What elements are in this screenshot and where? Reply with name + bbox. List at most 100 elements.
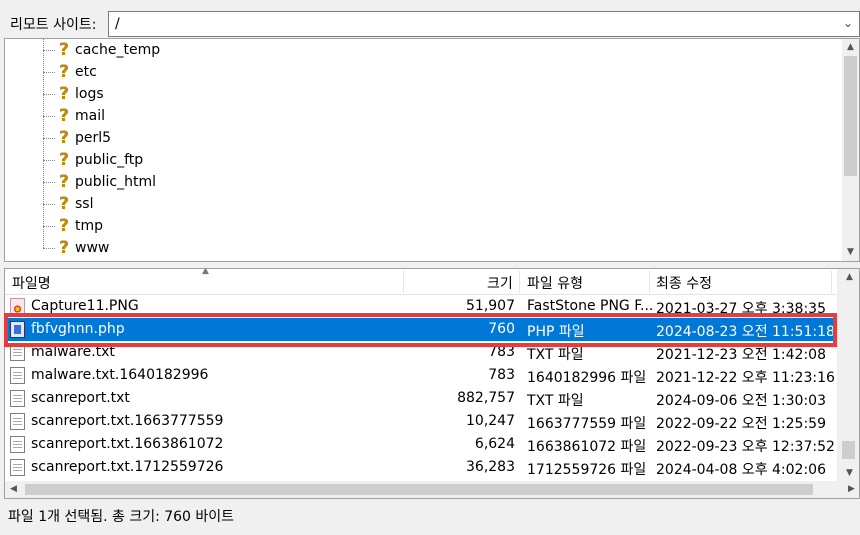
file-row[interactable]: scanreport.txt.1663777559 10,247 166377755… — [5, 410, 838, 433]
file-row[interactable]: scanreport.txt 882,757 TXT 파일 2024-09-06 오전… — [5, 387, 838, 410]
tree-folder-label: cache_temp — [75, 42, 161, 58]
column-header-modified[interactable]: 최종 수정 — [656, 273, 712, 293]
tree-folder-label: logs — [75, 86, 104, 102]
question-mark-folder-icon: ? — [59, 62, 69, 82]
file-modified: 2024-09-06 오전 1:30:03 — [656, 393, 826, 409]
scroll-left-arrow-icon[interactable]: ◀ — [5, 481, 22, 498]
remote-site-bar: 리모트 사이트: / ⌄ — [4, 10, 860, 38]
question-mark-folder-icon: ? — [59, 106, 69, 126]
tree-folder-item[interactable]: ? www — [43, 237, 109, 259]
tree-connector-branch — [43, 115, 55, 117]
text-file-icon — [10, 390, 25, 407]
tree-connector-branch — [43, 93, 55, 95]
tree-vertical-scrollbar[interactable]: ▲ ▼ — [842, 39, 859, 261]
file-row[interactable]: malware.txt 783 TXT 파일 2021-12-23 오전 1:42:0… — [5, 341, 838, 364]
file-name: malware.txt — [31, 344, 115, 360]
tree-connector-branch — [43, 159, 55, 161]
remote-file-list[interactable]: 파일명 ▲ 크기 파일 유형 최종 수정 Capture11.PNG 51,907… — [4, 268, 860, 499]
tree-connector-branch — [43, 71, 55, 73]
file-name: scanreport.txt.1663777559 — [31, 413, 224, 429]
file-row[interactable]: Capture11.PNG 51,907 FastStone PNG F... 202… — [5, 295, 838, 318]
chevron-down-icon[interactable]: ⌄ — [843, 16, 853, 30]
sort-ascending-icon: ▲ — [202, 268, 209, 276]
file-modified: 2021-12-23 오전 1:42:08 — [656, 347, 826, 363]
tree-folder-label: tmp — [75, 218, 104, 234]
tree-folder-label: ssl — [75, 196, 94, 212]
question-mark-folder-icon: ? — [59, 194, 69, 214]
column-separator[interactable] — [831, 271, 832, 293]
scroll-up-arrow-icon[interactable]: ▲ — [842, 39, 859, 56]
scroll-down-arrow-icon[interactable]: ▼ — [841, 465, 858, 482]
tree-folder-label: mail — [75, 108, 105, 124]
file-type: 1663861072 파일 — [527, 439, 647, 455]
question-mark-folder-icon: ? — [59, 216, 69, 236]
file-type: TXT 파일 — [527, 347, 584, 363]
tree-folder-item[interactable]: ? perl5 — [43, 127, 111, 149]
file-modified: 2022-09-22 오전 1:25:59 — [656, 416, 826, 432]
file-list-scroll-thumb[interactable] — [842, 441, 855, 459]
question-mark-folder-icon: ? — [59, 238, 69, 258]
ftp-remote-pane: 리모트 사이트: / ⌄ ? cache_temp? etc? logs? mail? p… — [0, 0, 860, 535]
remote-site-label: 리모트 사이트: — [10, 17, 97, 33]
question-mark-folder-icon: ? — [59, 40, 69, 60]
tree-scroll-thumb[interactable] — [844, 56, 857, 176]
tree-connector-branch — [43, 181, 55, 183]
scroll-right-arrow-icon[interactable]: ▶ — [843, 481, 859, 498]
file-row[interactable]: scanreport.txt.1712559726 36,283 171255972… — [5, 456, 838, 479]
tree-folder-item[interactable]: ? public_html — [43, 171, 156, 193]
text-file-icon — [10, 436, 25, 453]
tree-folder-label: perl5 — [75, 130, 112, 146]
horizontal-scroll-thumb[interactable] — [25, 484, 813, 495]
tree-folder-item[interactable]: ? cache_temp — [43, 39, 160, 61]
file-size: 783 — [488, 367, 515, 383]
png-image-icon — [10, 298, 25, 315]
question-mark-folder-icon: ? — [59, 150, 69, 170]
file-row-selected[interactable]: fbfvghnn.php 760 PHP 파일 2024-08-23 오전 11:51… — [5, 318, 838, 341]
file-size: 6,624 — [474, 436, 515, 452]
file-name: scanreport.txt.1712559726 — [31, 459, 224, 475]
file-type: FastStone PNG F... — [527, 298, 654, 314]
scroll-down-arrow-icon[interactable]: ▼ — [842, 244, 859, 261]
tree-folder-item[interactable]: ? etc — [43, 61, 97, 83]
file-type: TXT 파일 — [527, 393, 584, 409]
tree-folder-item[interactable]: ? tmp — [43, 215, 103, 237]
tree-connector-branch — [43, 225, 55, 227]
column-header-name[interactable]: 파일명 — [12, 273, 51, 293]
status-text: 파일 1개 선택됨. 총 크기: 760 바이트 — [8, 509, 235, 525]
file-row[interactable]: scanreport.txt.1663861072 6,624 1663861072… — [5, 433, 838, 456]
file-modified: 2021-12-22 오후 11:23:16 — [656, 370, 835, 386]
remote-path-combobox[interactable]: / ⌄ — [108, 11, 860, 37]
scroll-up-arrow-icon[interactable]: ▲ — [841, 269, 858, 286]
tree-folder-item[interactable]: ? logs — [43, 83, 104, 105]
tree-folder-item[interactable]: ? mail — [43, 105, 105, 127]
php-file-icon — [10, 321, 25, 338]
column-separator[interactable] — [519, 271, 520, 293]
file-size: 783 — [488, 344, 515, 360]
file-list-header: 파일명 ▲ 크기 파일 유형 최종 수정 — [5, 269, 838, 295]
file-list-vertical-scrollbar[interactable]: ▲ ▼ — [837, 269, 859, 482]
file-modified: 2022-09-23 오후 12:37:52 — [656, 439, 835, 455]
remote-directory-tree[interactable]: ? cache_temp? etc? logs? mail? perl5? public_f… — [4, 38, 860, 262]
file-size: 882,757 — [457, 390, 515, 406]
column-header-size[interactable]: 크기 — [487, 273, 513, 293]
file-list-horizontal-scrollbar[interactable]: ◀ ▶ — [5, 481, 859, 498]
file-type: 1640182996 파일 — [527, 370, 647, 386]
file-row[interactable]: malware.txt.1640182996 783 1640182996 파일 20… — [5, 364, 838, 387]
column-separator[interactable] — [649, 271, 650, 293]
column-separator[interactable] — [403, 271, 404, 293]
tree-folder-item[interactable]: ? public_ftp — [43, 149, 143, 171]
file-name: scanreport.txt.1663861072 — [31, 436, 224, 452]
tree-connector-branch — [43, 247, 55, 249]
tree-folder-item[interactable]: ? ssl — [43, 193, 93, 215]
status-bar: 파일 1개 선택됨. 총 크기: 760 바이트 — [4, 502, 860, 530]
tree-folder-label: etc — [75, 64, 97, 80]
column-header-type[interactable]: 파일 유형 — [527, 273, 583, 293]
tree-folder-label: www — [75, 240, 110, 256]
file-type: 1663777559 파일 — [527, 416, 647, 432]
tree-connector-branch — [43, 137, 55, 139]
file-name: malware.txt.1640182996 — [31, 367, 209, 383]
question-mark-folder-icon: ? — [59, 84, 69, 104]
file-modified: 2021-03-27 오후 3:38:35 — [656, 301, 826, 317]
tree-folder-label: public_ftp — [75, 152, 144, 168]
file-size: 51,907 — [466, 298, 515, 314]
